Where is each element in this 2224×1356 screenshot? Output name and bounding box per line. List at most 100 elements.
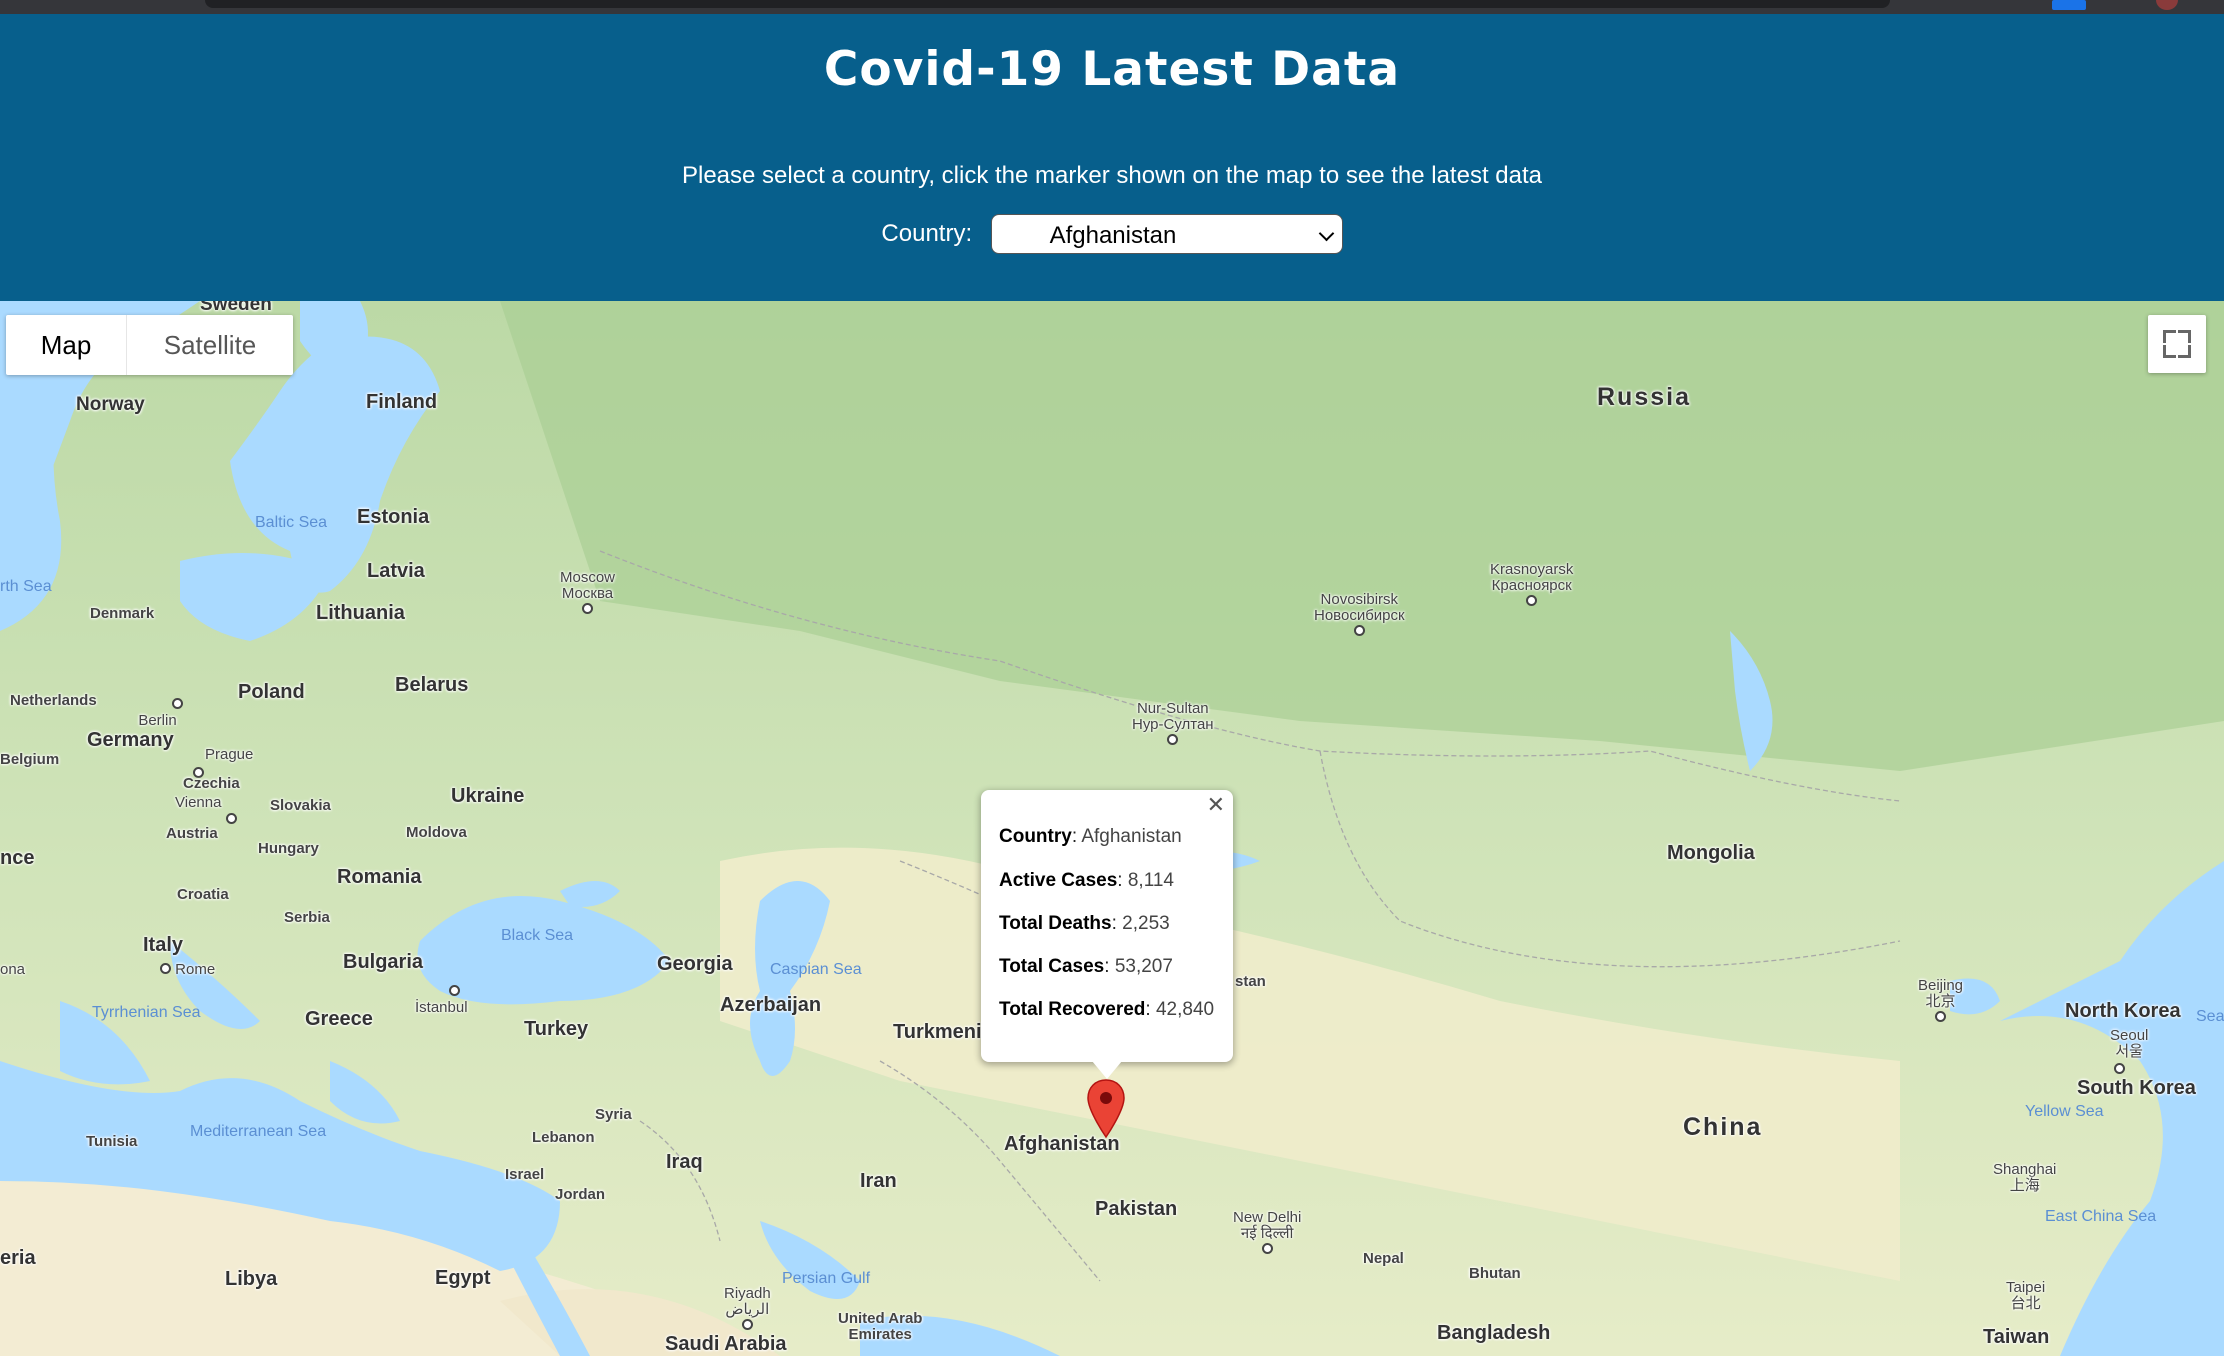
map-type-satellite-button[interactable]: Satellite [126,315,293,375]
map-label-sweden: Sweden [200,301,272,315]
map-label-hungary: Hungary [258,840,319,857]
map-label-stan: stan [1235,973,1266,990]
info-country-row: Country: Afghanistan [999,826,1182,847]
map-label-seoul: Seoul 서울 [2110,1028,2148,1060]
browser-chrome-strip [0,0,2224,14]
map-label-germany: Germany [87,729,174,751]
map-label-bangladesh: Bangladesh [1437,1322,1551,1344]
map-label-egypt: Egypt [435,1267,491,1289]
map-label-taiwan: Taiwan [1983,1326,2050,1348]
map-label-shanghai: Shanghai 上海 [1993,1162,2056,1194]
page-title: Covid-19 Latest Data [823,42,1401,97]
info-country-label: Country [999,826,1072,847]
city-name-local: Новосибирск [1314,607,1405,624]
map-label-slovakia: Slovakia [270,797,331,814]
info-deaths-label: Total Deaths [999,913,1112,934]
map-label-tunisia: Tunisia [86,1133,138,1150]
map-label-novosibirsk: Novosibirsk Новосибирск [1314,592,1405,640]
map-label-china: China [1683,1113,1763,1141]
city-name: Taipei [2006,1279,2046,1296]
city-name: Rome [175,961,216,978]
info-deaths-value: 2,253 [1122,913,1170,934]
map-label-romania: Romania [337,866,422,888]
fullscreen-button[interactable] [2148,315,2206,373]
city-name: İstanbul [415,999,468,1016]
map-label-roma-partial: ona [0,961,26,978]
map-label-jordan: Jordan [555,1186,606,1203]
instructions-text: Please select a country, click the marke… [681,162,1542,189]
city-name-local: Москва [561,585,614,602]
map-label-poland: Poland [238,681,305,703]
city-name: Novosibirsk [1320,591,1399,608]
map-label-persian-gulf: Persian Gulf [782,1270,871,1287]
profile-avatar-icon[interactable] [2156,0,2178,10]
map-label-turkmenistan: Turkmeni [893,1021,982,1043]
city-name-local: Красноярск [1491,577,1572,594]
info-active-label: Active Cases [999,870,1118,891]
city-dot-icon [226,813,237,824]
city-dot-icon [449,985,461,996]
map-label-beijing: Beijing 北京 [1918,978,1963,1026]
map-label-pakistan: Pakistan [1095,1198,1178,1220]
map-label-turkey: Turkey [524,1018,589,1040]
map-label-mongolia: Mongolia [1667,842,1755,864]
map-label-belarus: Belarus [395,674,469,696]
map-label-yellow-sea: Yellow Sea [2025,1103,2104,1120]
info-window: ✕ Country: Afghanistan Active Cases: 8,1… [981,790,1233,1062]
map-label-latvia: Latvia [367,560,425,582]
info-active-row: Active Cases: 8,114 [999,870,1174,891]
city-name-local: 서울 [2115,1043,2143,1060]
map-label-denmark: Denmark [90,605,155,622]
country-select[interactable]: Afghanistan [990,214,1343,254]
map-label-new-delhi: New Delhi नई दिल्ली [1233,1210,1301,1258]
map-label-uae: United Arab Emirates [838,1311,922,1343]
map-type-map-button[interactable]: Map [6,315,126,375]
map-label-czechia: Czechia [183,775,240,792]
map-label-azerbaijan: Azerbaijan [720,994,822,1016]
map-label-austria: Austria [166,825,218,842]
city-dot-icon [172,698,183,709]
map-label-mediterranean-sea: Mediterranean Sea [190,1123,327,1140]
map-label-israel: Israel [505,1166,545,1183]
city-dot-icon [2114,1063,2125,1074]
map-label-serbia: Serbia [284,909,330,926]
map-label-south-korea: South Korea [2077,1077,2196,1099]
map-label-prague: Prague [205,746,254,763]
city-name-local: 上海 [2009,1177,2040,1194]
browser-address-bar[interactable] [205,0,1890,8]
city-name: Shanghai [1993,1161,2057,1178]
map-label-georgia: Georgia [657,953,733,975]
city-name-local: 台北 [2010,1295,2041,1312]
fullscreen-corner [2178,345,2191,358]
map-label-black-sea: Black Sea [501,927,574,944]
map-label-libya: Libya [225,1268,278,1290]
map-label-vienna: Vienna [175,794,222,811]
city-dot-icon [582,603,593,614]
map-label-russia: Russia [1597,383,1691,411]
city-name: United Arab [838,1310,923,1327]
map-label-greece: Greece [305,1008,373,1030]
close-icon[interactable]: ✕ [1207,794,1225,816]
map-marker-icon[interactable] [1087,1079,1125,1139]
country-select-value: Afghanistan [1049,222,1177,249]
map-label-taipei: Taipei 台北 [2006,1280,2045,1312]
map-label-italy: Italy [143,934,184,956]
map-canvas[interactable]: Sweden Norway Finland Russia Estonia Lat… [0,301,2224,1356]
city-dot-icon [160,963,171,974]
info-deaths-row: Total Deaths: 2,253 [999,913,1170,934]
map-label-north-sea: rth Sea [0,578,52,595]
map-label-croatia: Croatia [177,886,229,903]
city-name: Moscow [560,569,616,586]
extension-icon[interactable] [2052,0,2086,10]
city-name-local: Нур-Султан [1132,716,1214,733]
city-dot-icon [1261,1243,1273,1254]
map-label-belgium: Belgium [0,751,60,768]
city-name-line2: Emirates [848,1326,912,1343]
city-dot-icon [1526,595,1538,606]
map-label-syria: Syria [595,1106,632,1123]
map-label-algeria: eria [0,1247,36,1269]
info-recovered-label: Total Recovered [999,999,1146,1020]
map-label-sea: Sea [2196,1008,2224,1025]
map-label-norway: Norway [76,394,145,415]
map-label-lebanon: Lebanon [532,1129,595,1146]
